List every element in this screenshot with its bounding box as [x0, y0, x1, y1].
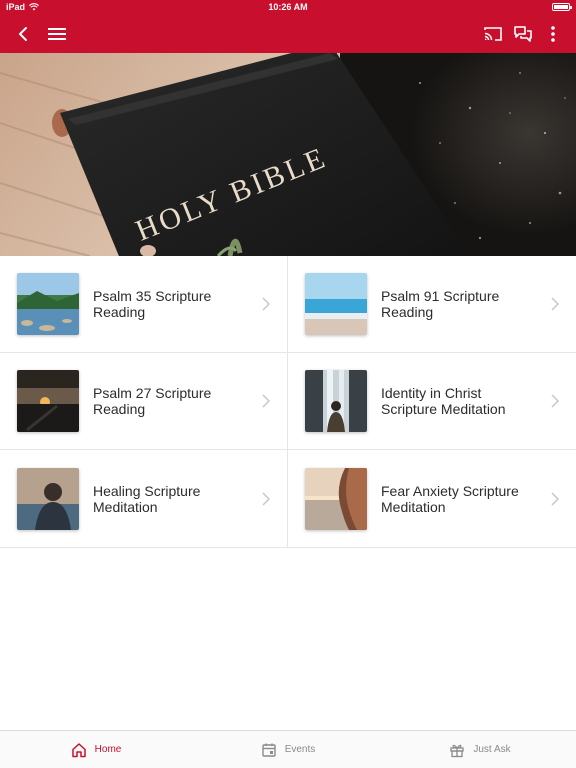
item-label: Healing Scripture Meditation — [93, 483, 201, 515]
holy-bible-photo: HOLY BIBLE — [0, 53, 576, 256]
thumbnail-ocean — [305, 273, 367, 335]
chevron-left-icon — [19, 26, 27, 41]
chevron-right-icon — [262, 297, 271, 311]
thumbnail-lake — [17, 273, 79, 335]
hamburger-icon — [48, 27, 66, 40]
cast-button[interactable] — [478, 19, 508, 49]
wifi-icon — [29, 3, 39, 11]
chevron-right-icon — [262, 492, 271, 506]
device-name: iPad — [6, 2, 26, 12]
menu-button[interactable] — [42, 19, 72, 49]
chat-bubbles-icon — [514, 25, 532, 42]
thumbnail-woman-sea — [305, 468, 367, 530]
content-grid: Psalm 35 Scripture Reading Psalm 91 Scri… — [0, 256, 576, 548]
calendar-icon — [262, 743, 276, 757]
list-item[interactable]: Psalm 27 Scripture Reading — [0, 353, 288, 450]
item-label: Psalm 27 Scripture Reading — [93, 385, 212, 417]
tab-home[interactable]: Home — [0, 731, 192, 768]
list-item[interactable]: Healing Scripture Meditation — [0, 450, 288, 548]
battery-icon — [552, 3, 572, 11]
thumbnail-woman-lake — [17, 468, 79, 530]
list-item[interactable]: Psalm 35 Scripture Reading — [0, 256, 288, 353]
item-label: Identity in Christ Scripture Meditation — [381, 385, 506, 417]
tab-just-ask[interactable]: Just Ask — [384, 731, 576, 768]
item-label: Psalm 35 Scripture Reading — [93, 288, 212, 320]
nav-bar — [0, 14, 576, 53]
item-label: Fear Anxiety Scripture Meditation — [381, 483, 519, 515]
chat-button[interactable] — [508, 19, 538, 49]
more-button[interactable] — [538, 19, 568, 49]
chevron-right-icon — [551, 492, 560, 506]
chevron-right-icon — [551, 394, 560, 408]
thumbnail-sunset-dock — [17, 370, 79, 432]
status-time: 10:26 AM — [268, 2, 308, 12]
list-item[interactable]: Psalm 91 Scripture Reading — [288, 256, 576, 353]
list-item[interactable]: Fear Anxiety Scripture Meditation — [288, 450, 576, 548]
tab-events[interactable]: Events — [192, 731, 384, 768]
hero-image: HOLY BIBLE — [0, 53, 576, 256]
tab-just-ask-label: Just Ask — [473, 744, 511, 755]
status-bar: iPad 10:26 AM — [0, 0, 576, 14]
chevron-right-icon — [262, 394, 271, 408]
gift-icon — [450, 744, 465, 757]
thumbnail-person-waterfall — [305, 370, 367, 432]
chevron-right-icon — [551, 297, 560, 311]
back-button[interactable] — [8, 19, 38, 49]
home-icon — [71, 742, 86, 757]
more-vertical-icon — [551, 25, 555, 42]
tab-events-label: Events — [284, 744, 316, 755]
tab-bar: Home Events Just Ask — [0, 730, 576, 768]
status-left: iPad — [6, 2, 39, 12]
tab-home-label: Home — [94, 744, 122, 755]
cast-icon — [484, 26, 502, 41]
list-item[interactable]: Identity in Christ Scripture Meditation — [288, 353, 576, 450]
item-label: Psalm 91 Scripture Reading — [381, 288, 500, 320]
